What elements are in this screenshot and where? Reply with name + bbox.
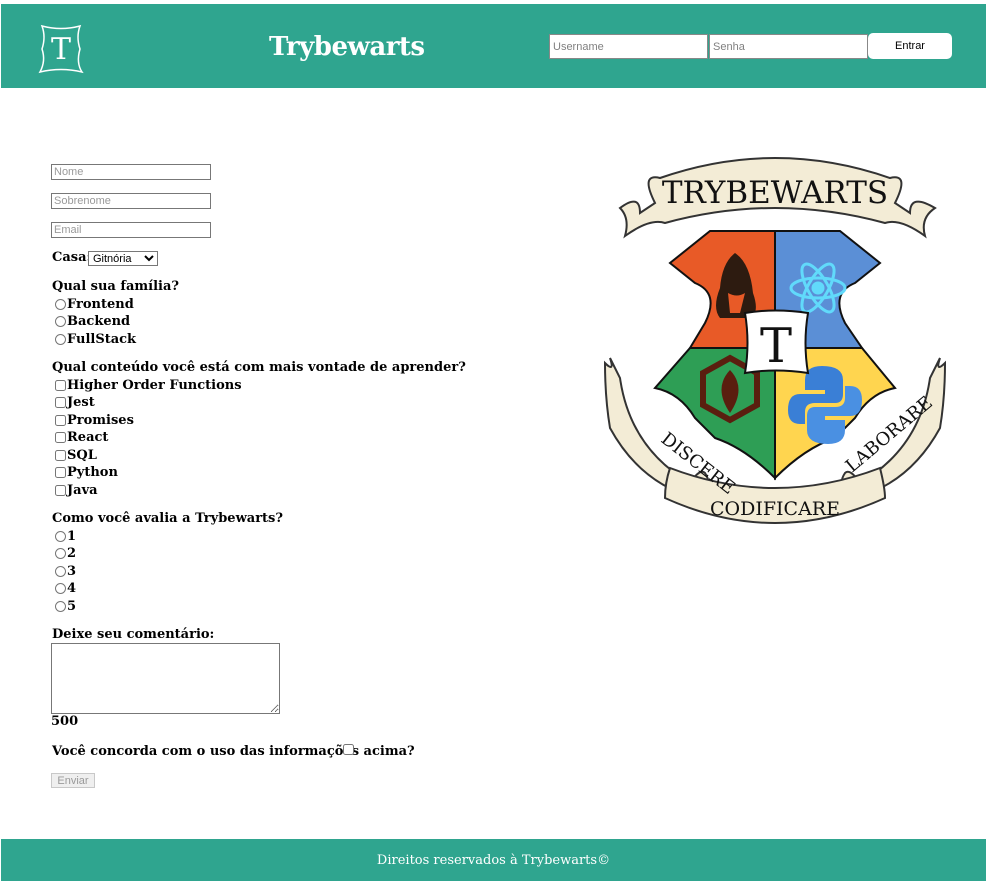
content-option-jest[interactable]: Jest (55, 394, 95, 410)
comment-textarea[interactable] (51, 643, 280, 714)
rating-radio[interactable] (55, 582, 66, 594)
trybewarts-crest-image: TRYBEWARTS T DISCERE CODIFICARE LABORARE (603, 157, 947, 524)
crest-center-letter: T (760, 318, 792, 374)
content-option-react[interactable]: React (55, 429, 108, 445)
content-option-promises[interactable]: Promises (55, 412, 134, 428)
house-select[interactable]: Gitnória (88, 251, 158, 266)
footer-text: Direitos reservados à Trybewarts© (376, 852, 611, 868)
family-option-label: Frontend (67, 296, 134, 312)
family-option-backend[interactable]: Backend (55, 313, 130, 329)
crest-bottom-text: CODIFICARE (710, 498, 840, 520)
first-name-input[interactable] (51, 164, 211, 180)
content-option-label: Jest (67, 394, 95, 410)
content-checkbox[interactable] (55, 466, 66, 478)
content-checkbox[interactable] (55, 396, 66, 408)
content-checkbox[interactable] (55, 449, 66, 461)
content-option-hof[interactable]: Higher Order Functions (55, 377, 242, 393)
agreement-checkbox[interactable] (343, 744, 354, 755)
content-option-java[interactable]: Java (55, 482, 98, 498)
last-name-input[interactable] (51, 193, 211, 209)
family-option-label: Backend (67, 313, 131, 329)
content-option-label: React (67, 429, 109, 445)
site-footer: Direitos reservados à Trybewarts© (1, 839, 986, 881)
family-question: Qual sua família? (52, 279, 180, 294)
content-option-label: Promises (67, 412, 134, 428)
content-option-python[interactable]: Python (55, 464, 118, 480)
email-input[interactable] (51, 222, 211, 238)
rating-option-2[interactable]: 2 (55, 545, 76, 561)
family-option-frontend[interactable]: Frontend (55, 296, 134, 312)
agreement-label: Você concorda com o uso das informações … (52, 744, 415, 759)
rating-radio[interactable] (55, 530, 66, 542)
comment-label: Deixe seu comentário: (52, 627, 215, 642)
content-option-sql[interactable]: SQL (55, 447, 97, 463)
content-option-label: Java (67, 482, 98, 498)
family-option-fullstack[interactable]: FullStack (55, 331, 136, 347)
login-button[interactable]: Entrar (868, 33, 952, 59)
rating-option-label: 1 (67, 528, 77, 544)
rating-option-label: 3 (67, 563, 77, 579)
content-option-label: SQL (67, 447, 97, 463)
content-checkbox[interactable] (55, 431, 66, 443)
family-radio[interactable] (55, 298, 66, 310)
house-label: Casa: (52, 250, 92, 265)
logo-letter: T (51, 32, 71, 67)
family-radio[interactable] (55, 333, 66, 345)
char-counter: 500 (51, 714, 79, 729)
family-option-label: FullStack (67, 331, 137, 347)
content-question: Qual conteúdo você está com mais vontade… (52, 360, 466, 375)
rating-radio[interactable] (55, 600, 66, 612)
password-input[interactable] (709, 34, 868, 59)
trybewarts-logo-icon[interactable]: T (36, 23, 86, 75)
rating-option-4[interactable]: 4 (55, 580, 76, 596)
username-input[interactable] (549, 34, 708, 59)
rating-option-label: 2 (67, 545, 77, 561)
family-radio[interactable] (55, 315, 66, 327)
site-title: Trybewarts (269, 32, 425, 62)
content-option-label: Python (67, 464, 118, 480)
center-t-badge-icon: T (743, 309, 810, 375)
rating-option-1[interactable]: 1 (55, 528, 76, 544)
content-checkbox[interactable] (55, 414, 66, 426)
rating-radio[interactable] (55, 547, 66, 559)
rating-option-label: 5 (67, 598, 77, 614)
rating-option-label: 4 (67, 580, 77, 596)
rating-question: Como você avalia a Trybewarts? (52, 511, 283, 526)
content-checkbox[interactable] (55, 484, 66, 496)
rating-option-3[interactable]: 3 (55, 563, 76, 579)
content-checkbox[interactable] (55, 379, 66, 391)
rating-radio[interactable] (55, 565, 66, 577)
submit-button[interactable]: Enviar (51, 773, 95, 788)
content-option-label: Higher Order Functions (67, 377, 242, 393)
rating-option-5[interactable]: 5 (55, 598, 76, 614)
crest-top-text: TRYBEWARTS (662, 175, 888, 211)
